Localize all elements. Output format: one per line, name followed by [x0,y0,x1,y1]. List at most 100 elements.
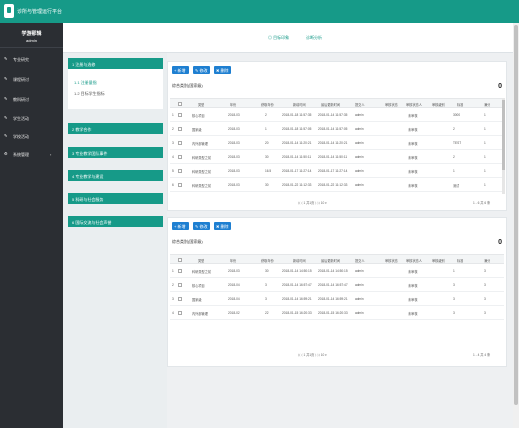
sidebar-item-professional-research[interactable]: ✎ 专业研究 [0,54,63,64]
tab-diagnostic-analysis[interactable]: 诊断分析 [306,35,322,41]
section-label: 2 教学合作 [72,127,92,132]
data-card-2: + 新增 ✎ 修改 ✖ 删除 综合类别(国家级) 0 类型 年份 获取年份 新增… [167,217,507,367]
pencil-icon: ✎ [4,76,8,81]
table-row[interactable]: 5 科研类型之前 2018-03 16.5 2018-01-17 11:27:1… [170,164,504,178]
app-logo[interactable] [4,4,14,18]
row-checkbox[interactable] [178,127,182,131]
table-title: 综合类别(国家级) [172,83,203,88]
column-header[interactable]: 新增时间 [293,258,306,263]
column-header[interactable]: 获取年份 [261,102,274,107]
table-row[interactable]: 6 科研类型之前 2018-03 30 2018-01-22 11:12:33 … [170,178,504,192]
row-checkbox[interactable] [178,113,182,117]
select-all-checkbox[interactable] [178,258,182,262]
user-name: 学游那辑 [21,31,42,37]
pagination[interactable]: ⟨⟨ ⟨ 1 共1页 ⟩ ⟩⟩ 10 ▾ [298,200,327,205]
record-count: 0 [498,83,502,90]
column-header[interactable]: 提交人 [355,102,365,107]
edit-button[interactable]: ✎ 修改 [193,66,210,74]
column-header[interactable]: 标准 [457,258,463,263]
sidebar-item-course-seminar[interactable]: ✎ 课程研讨 [0,74,63,84]
sidebar-item-label: 教科研讨 [13,97,29,102]
column-header[interactable]: 审核状态 [385,258,398,263]
column-header[interactable]: 最后更新时间 [321,102,340,107]
table-row[interactable]: 2 国家级 2018-03 1 2018-01-18 11:57:05 2018… [170,122,504,136]
section-label: 3 专业教学团队事件 [72,151,108,156]
section-label: 1 注册与选修 [72,62,96,67]
category-panel: 1 注册与选修 1.1 注册量指 1.2 目标学生指标 2 教学合作 3 专业教… [63,53,167,428]
section-1-submenu: 1.1 注册量指 1.2 目标学生指标 [68,69,163,109]
table-row[interactable]: 3 内外部管理 2018-03 20 2018-01-14 11:20:21 2… [170,136,504,150]
table-row[interactable]: 2 核心项目 2018-04 3 2018-01-14 16:57:47 201… [170,278,504,292]
row-checkbox[interactable] [178,311,182,315]
scrollbar-thumb[interactable] [514,25,518,405]
section-header-4[interactable]: 4 专业教学与建设 [68,170,163,181]
column-header[interactable]: 提交人 [355,258,365,263]
table-header-row: 类型 年份 获取年份 新增时间 最后更新时间 提交人 审核状态 审核状态人 审核… [170,254,504,264]
add-button[interactable]: + 新增 [172,222,189,230]
column-header[interactable]: 年份 [230,258,236,263]
logo-mark-icon [7,7,11,13]
table-row[interactable]: 4 内外部管理 2018-02 22 2018-01-15 16:20:33 2… [170,306,504,320]
user-role: admin [26,38,37,43]
sidebar: 学游那辑 admin ✎ 专业研究 ✎ 课程研讨 ✎ 教科研讨 ✎ 学生活动 ✎… [0,23,63,428]
column-header[interactable]: 最后更新时间 [321,258,340,263]
pencil-icon: ✎ [4,133,8,138]
submenu-item-target-students[interactable]: 1.2 目标学生指标 [74,91,105,97]
row-checkbox[interactable] [178,155,182,159]
sidebar-item-student-activities[interactable]: ✎ 学生活动 [0,113,63,123]
column-header[interactable]: 标准 [457,102,463,107]
select-all-checkbox[interactable] [178,102,182,106]
section-header-3[interactable]: 3 专业教学团队事件 [68,147,163,158]
table-row[interactable]: 4 科研类型之前 2018-03 30 2018-01-14 11:50:11 … [170,150,504,164]
table-scrollbar[interactable] [502,98,505,194]
column-header[interactable]: 类型 [198,258,204,263]
column-header[interactable]: 年份 [230,102,236,107]
add-button[interactable]: + 新增 [172,66,189,74]
sidebar-item-teaching-research[interactable]: ✎ 教科研讨 [0,94,63,104]
column-header[interactable]: 满分 [484,258,490,263]
record-count: 0 [498,239,502,246]
column-header[interactable]: 审核级别 [432,258,445,263]
row-checkbox[interactable] [178,297,182,301]
sidebar-item-label: 学生活动 [13,116,29,121]
column-header[interactable]: 满分 [484,102,490,107]
data-table: 类型 年份 获取年份 新增时间 最后更新时间 提交人 审核状态 审核状态人 审核… [170,254,504,320]
section-header-6[interactable]: 6 国际交流与社会声誉 [68,216,163,227]
app-title: 诊所与管理运行平台 [17,9,63,15]
scrollbar-thumb[interactable] [502,100,505,170]
delete-button[interactable]: ✖ 删除 [214,222,231,230]
section-label: 4 专业教学与建设 [72,174,104,179]
tab-target-impression[interactable]: ◎ 目标印象 [268,35,289,41]
table-row[interactable]: 3 国家级 2018-04 3 2018-01-14 16:59:21 2018… [170,292,504,306]
table-row[interactable]: 1 核心项目 2018-03 2 2018-01-18 11:57:35 201… [170,108,504,122]
column-header[interactable]: 获取年份 [261,258,274,263]
section-header-5[interactable]: 5 科研与社会服务 [68,193,163,204]
row-checkbox[interactable] [178,283,182,287]
column-header[interactable]: 审核状态人 [406,102,422,107]
column-header[interactable]: 审核状态 [385,102,398,107]
column-header[interactable]: 类型 [198,102,204,107]
sidebar-item-school-activities[interactable]: ✎ 学校活动 [0,131,63,141]
column-header[interactable]: 审核级别 [432,102,445,107]
pagination[interactable]: ⟨⟨ ⟨ 1 共1页 ⟩ ⟩⟩ 10 ▾ [298,352,327,357]
delete-button[interactable]: ✖ 删除 [214,66,231,74]
gear-icon: ⚙ [4,151,8,156]
sidebar-item-label: 专业研究 [13,57,29,62]
column-header[interactable]: 审核状态人 [406,258,422,263]
row-checkbox[interactable] [178,141,182,145]
edit-button[interactable]: ✎ 修改 [193,222,210,230]
submenu-item-registration[interactable]: 1.1 注册量指 [74,80,97,86]
sidebar-item-system-management[interactable]: ⚙ 系统管理 ‹ [0,149,63,159]
column-header[interactable]: 新增时间 [293,102,306,107]
tab-bar: ◎ 目标印象 诊断分析 [63,23,519,53]
section-header-2[interactable]: 2 教学合作 [68,123,163,134]
table-title: 综合类别(国家级) [172,239,203,244]
row-checkbox[interactable] [178,183,182,187]
page-scrollbar[interactable] [513,23,519,428]
sidebar-item-label: 学校活动 [13,134,29,139]
pagination-summary: 1 - 4 共 4 条 [473,353,491,357]
row-checkbox[interactable] [178,169,182,173]
section-header-1[interactable]: 1 注册与选修 [68,58,163,69]
table-row[interactable]: 1 科研类型之前 2018-03 30 2018-01-14 14:50:15 … [170,264,504,278]
row-checkbox[interactable] [178,269,182,273]
